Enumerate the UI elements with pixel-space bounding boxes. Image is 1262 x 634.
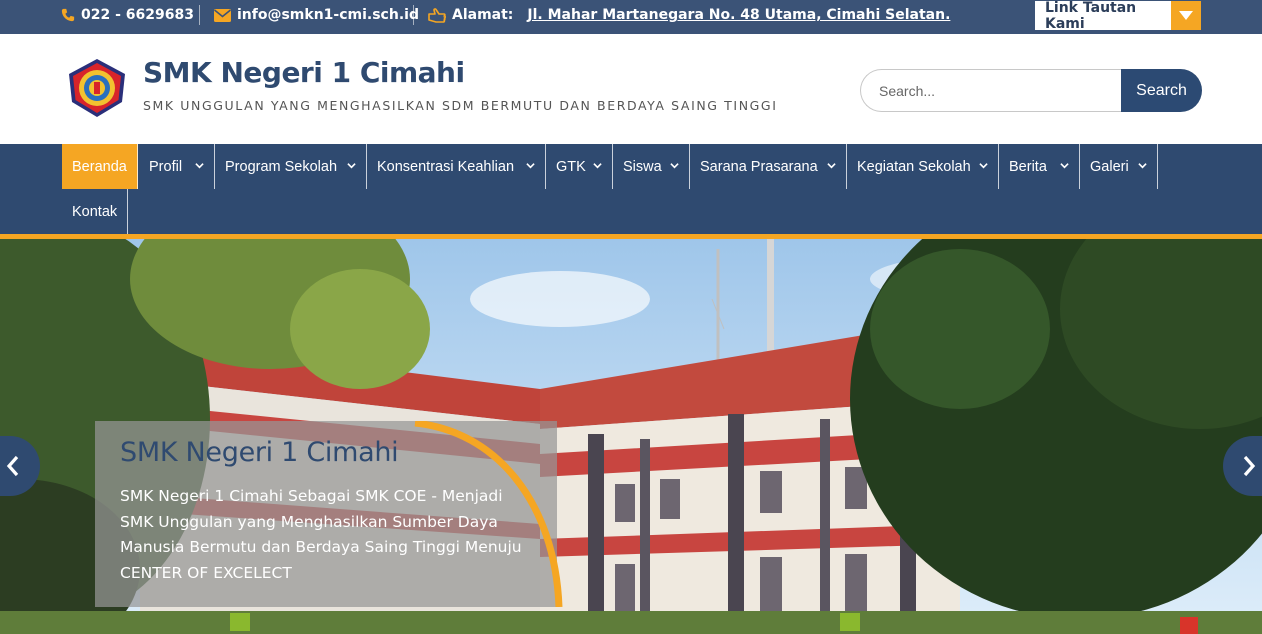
address-contact: Alamat: Jl. Mahar Martanegara No. 48 Uta… xyxy=(428,0,950,30)
search-button[interactable]: Search xyxy=(1121,69,1202,112)
envelope-icon xyxy=(214,8,231,22)
hand-pointer-icon xyxy=(428,7,446,23)
chevron-down-icon xyxy=(347,163,356,169)
chevron-down-icon xyxy=(526,163,535,169)
site-header: SMK Negeri 1 Cimahi SMK UNGGULAN YANG ME… xyxy=(0,34,1262,144)
main-navigation: Beranda Profil Program Sekolah Konsentra… xyxy=(0,144,1262,234)
hero-slider: SMK Negeri 1 Cimahi SMK Negeri 1 Cimahi … xyxy=(0,239,1262,634)
chevron-down-icon xyxy=(827,163,836,169)
nav-item-sarana-prasarana[interactable]: Sarana Prasarana xyxy=(690,144,847,189)
chevron-down-icon xyxy=(979,163,988,169)
nav-label: Konsentrasi Keahlian xyxy=(377,158,515,175)
nav-item-siswa[interactable]: Siswa xyxy=(613,144,690,189)
chevron-left-icon xyxy=(6,455,19,477)
nav-item-kontak[interactable]: Kontak xyxy=(62,189,128,234)
nav-label: Galeri xyxy=(1090,158,1129,175)
nav-item-kegiatan-sekolah[interactable]: Kegiatan Sekolah xyxy=(847,144,999,189)
divider xyxy=(413,5,414,25)
address-link[interactable]: Jl. Mahar Martanegara No. 48 Utama, Cima… xyxy=(527,7,950,23)
top-bar: 022 - 6629683 info@smkn1-cmi.sch.id Alam… xyxy=(0,0,1262,34)
chevron-down-icon xyxy=(670,163,679,169)
chevron-right-icon xyxy=(1243,455,1256,477)
site-title[interactable]: SMK Negeri 1 Cimahi xyxy=(143,56,465,89)
nav-item-galeri[interactable]: Galeri xyxy=(1080,144,1158,189)
nav-label: Program Sekolah xyxy=(225,158,338,175)
search-input[interactable] xyxy=(860,69,1124,112)
caret-down-icon[interactable] xyxy=(1171,1,1201,30)
phone-number: 022 - 6629683 xyxy=(81,7,194,23)
nav-item-konsentrasi-keahlian[interactable]: Konsentrasi Keahlian xyxy=(367,144,546,189)
chevron-down-icon xyxy=(1138,163,1147,169)
nav-label: Beranda xyxy=(72,158,127,175)
chevron-down-icon xyxy=(1060,163,1069,169)
nav-item-berita[interactable]: Berita xyxy=(999,144,1080,189)
nav-item-profil[interactable]: Profil xyxy=(139,144,215,189)
nav-item-program-sekolah[interactable]: Program Sekolah xyxy=(215,144,367,189)
slide-title: SMK Negeri 1 Cimahi xyxy=(120,437,399,468)
nav-label: Siswa xyxy=(623,158,662,175)
email-address[interactable]: info@smkn1-cmi.sch.id xyxy=(237,7,419,23)
link-tautan-dropdown[interactable]: Link Tautan Kami xyxy=(1034,0,1202,32)
slide-text: SMK Negeri 1 Cimahi Sebagai SMK COE - Me… xyxy=(120,487,522,582)
email-contact[interactable]: info@smkn1-cmi.sch.id xyxy=(214,0,419,30)
dropdown-label: Link Tautan Kami xyxy=(1045,0,1137,32)
nav-label: Kegiatan Sekolah xyxy=(857,158,971,175)
phone-contact: 022 - 6629683 xyxy=(61,0,194,30)
site-tagline: SMK UNGGULAN YANG MENGHASILKAN SDM BERMU… xyxy=(143,98,778,113)
nav-label: GTK xyxy=(556,158,586,175)
nav-label: Sarana Prasarana xyxy=(700,158,818,175)
chevron-down-icon xyxy=(593,163,602,169)
chevron-down-icon xyxy=(195,163,204,169)
slide-caption: SMK Negeri 1 Cimahi SMK Negeri 1 Cimahi … xyxy=(95,421,563,607)
nav-item-beranda[interactable]: Beranda xyxy=(62,144,138,189)
school-logo[interactable] xyxy=(66,58,128,118)
nav-label: Kontak xyxy=(72,203,118,220)
phone-icon xyxy=(61,8,75,22)
nav-label: Profil xyxy=(149,158,183,175)
divider xyxy=(199,5,200,25)
address-label: Alamat: xyxy=(452,7,514,23)
nav-item-gtk[interactable]: GTK xyxy=(546,144,613,189)
nav-label: Berita xyxy=(1009,158,1047,175)
